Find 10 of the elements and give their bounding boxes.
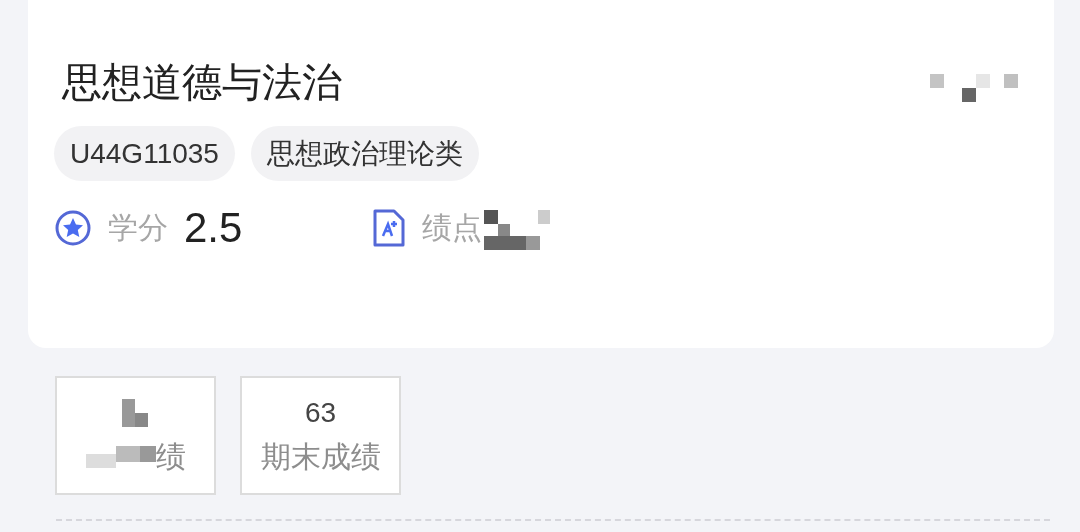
- score-value: 63: [304, 396, 337, 430]
- document-icon: [372, 208, 407, 247]
- gpa-label: 绩点: [422, 210, 483, 247]
- score-label: 期末成绩: [260, 439, 381, 475]
- credit-value: 2.5: [184, 206, 243, 249]
- tag: 思想政治理论类: [250, 126, 479, 182]
- credit-label: 学分: [108, 210, 168, 247]
- score-label: 绩: [155, 439, 186, 475]
- course-title: 思想道德与法治: [62, 62, 342, 102]
- tag: U44G11035: [54, 126, 235, 182]
